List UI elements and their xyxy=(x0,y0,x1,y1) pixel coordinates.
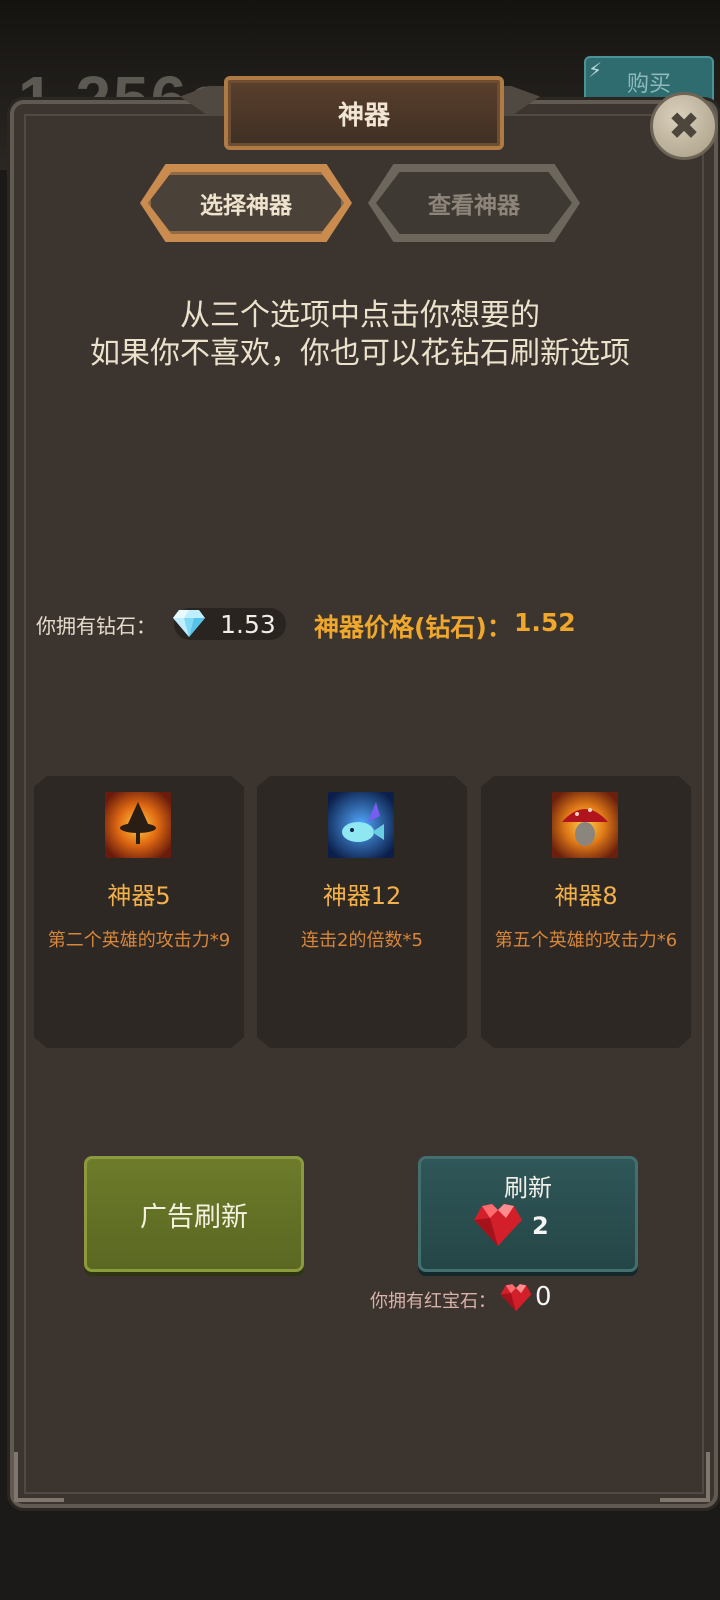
dialog-corner-ornament xyxy=(14,1452,64,1502)
artifact-card[interactable]: 神器12 连击2的倍数*5 xyxy=(257,776,467,1048)
instruction-line-2: 如果你不喜欢，你也可以花钻石刷新选项 xyxy=(90,336,630,371)
artifact-card[interactable]: 神器8 第五个英雄的攻击力*6 xyxy=(481,776,691,1048)
ruby-icon xyxy=(474,1204,522,1246)
ruby-own-label: 你拥有红宝石： xyxy=(370,1291,496,1312)
dialog-title: 神器 xyxy=(337,100,390,131)
close-button[interactable]: ✖ xyxy=(650,92,718,160)
mushroom-icon xyxy=(552,792,618,858)
artifact-price-label: 神器价格(钻石)： xyxy=(314,613,512,642)
ruby-icon xyxy=(500,1284,532,1312)
artifact-card[interactable]: 神器5 第二个英雄的攻击力*9 xyxy=(34,776,244,1048)
refresh-cost: 2 xyxy=(532,1212,549,1240)
refresh-label: 刷新 xyxy=(504,1174,552,1202)
artifact-name: 神器5 xyxy=(107,882,171,910)
diamond-icon xyxy=(173,610,205,637)
artifact-description: 第五个英雄的攻击力*6 xyxy=(494,930,678,951)
tab-view-artifact[interactable]: 查看神器 xyxy=(368,164,580,242)
diamond-own-label: 你拥有钻石： xyxy=(36,614,156,638)
close-icon: ✖ xyxy=(668,104,700,148)
artifact-name: 神器8 xyxy=(554,882,618,910)
diamond-balance-value: 1.53 xyxy=(220,609,276,639)
witch-hat-icon xyxy=(105,792,171,858)
dialog-corner-ornament xyxy=(660,1452,710,1502)
artifact-name: 神器12 xyxy=(322,882,402,910)
lightning-icon: ⚡ xyxy=(588,58,603,82)
tab-select-artifact[interactable]: 选择神器 xyxy=(140,164,352,242)
crystal-fish-icon xyxy=(328,792,394,858)
ad-refresh-button[interactable]: 广告刷新 xyxy=(84,1156,304,1272)
artifact-price-value: 1.52 xyxy=(514,608,576,637)
buy-button-label: 购买 xyxy=(626,72,671,97)
ruby-balance-value: 0 xyxy=(535,1282,552,1312)
ad-refresh-label: 广告刷新 xyxy=(140,1201,248,1233)
tab-label: 查看神器 xyxy=(428,193,520,219)
artifact-description: 连击2的倍数*5 xyxy=(301,930,423,951)
artifact-description: 第二个英雄的攻击力*9 xyxy=(47,930,231,951)
tab-label: 选择神器 xyxy=(200,193,292,219)
